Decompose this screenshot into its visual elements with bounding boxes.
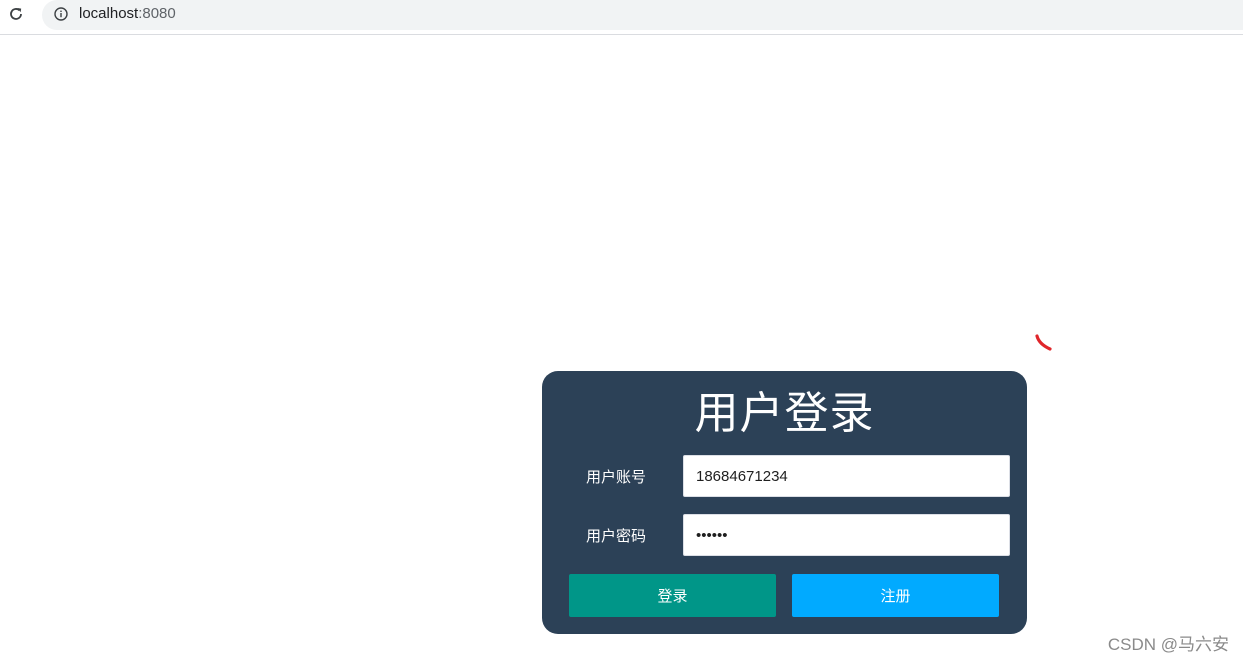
account-label: 用户账号 bbox=[586, 468, 647, 486]
watermark: CSDN @马六安 bbox=[1107, 635, 1229, 654]
register-button[interactable]: 注册 bbox=[792, 574, 999, 617]
password-input[interactable] bbox=[683, 514, 1010, 556]
info-icon[interactable] bbox=[54, 7, 68, 21]
account-input[interactable] bbox=[683, 455, 1010, 497]
url-port: :8080 bbox=[138, 5, 176, 22]
login-button[interactable]: 登录 bbox=[569, 574, 776, 617]
address-bar[interactable]: localhost:8080 bbox=[42, 0, 1243, 30]
reload-button[interactable] bbox=[6, 4, 26, 24]
password-label: 用户密码 bbox=[586, 527, 647, 545]
browser-toolbar: localhost:8080 bbox=[0, 0, 1243, 35]
login-title: 用户登录 bbox=[694, 388, 875, 439]
loading-spinner-icon bbox=[1035, 334, 1052, 351]
url-text: localhost:8080 bbox=[79, 5, 176, 22]
reload-icon bbox=[10, 8, 22, 20]
login-card: 用户登录 用户账号 用户密码 登录 注册 bbox=[542, 371, 1027, 634]
url-host: localhost bbox=[79, 5, 139, 22]
